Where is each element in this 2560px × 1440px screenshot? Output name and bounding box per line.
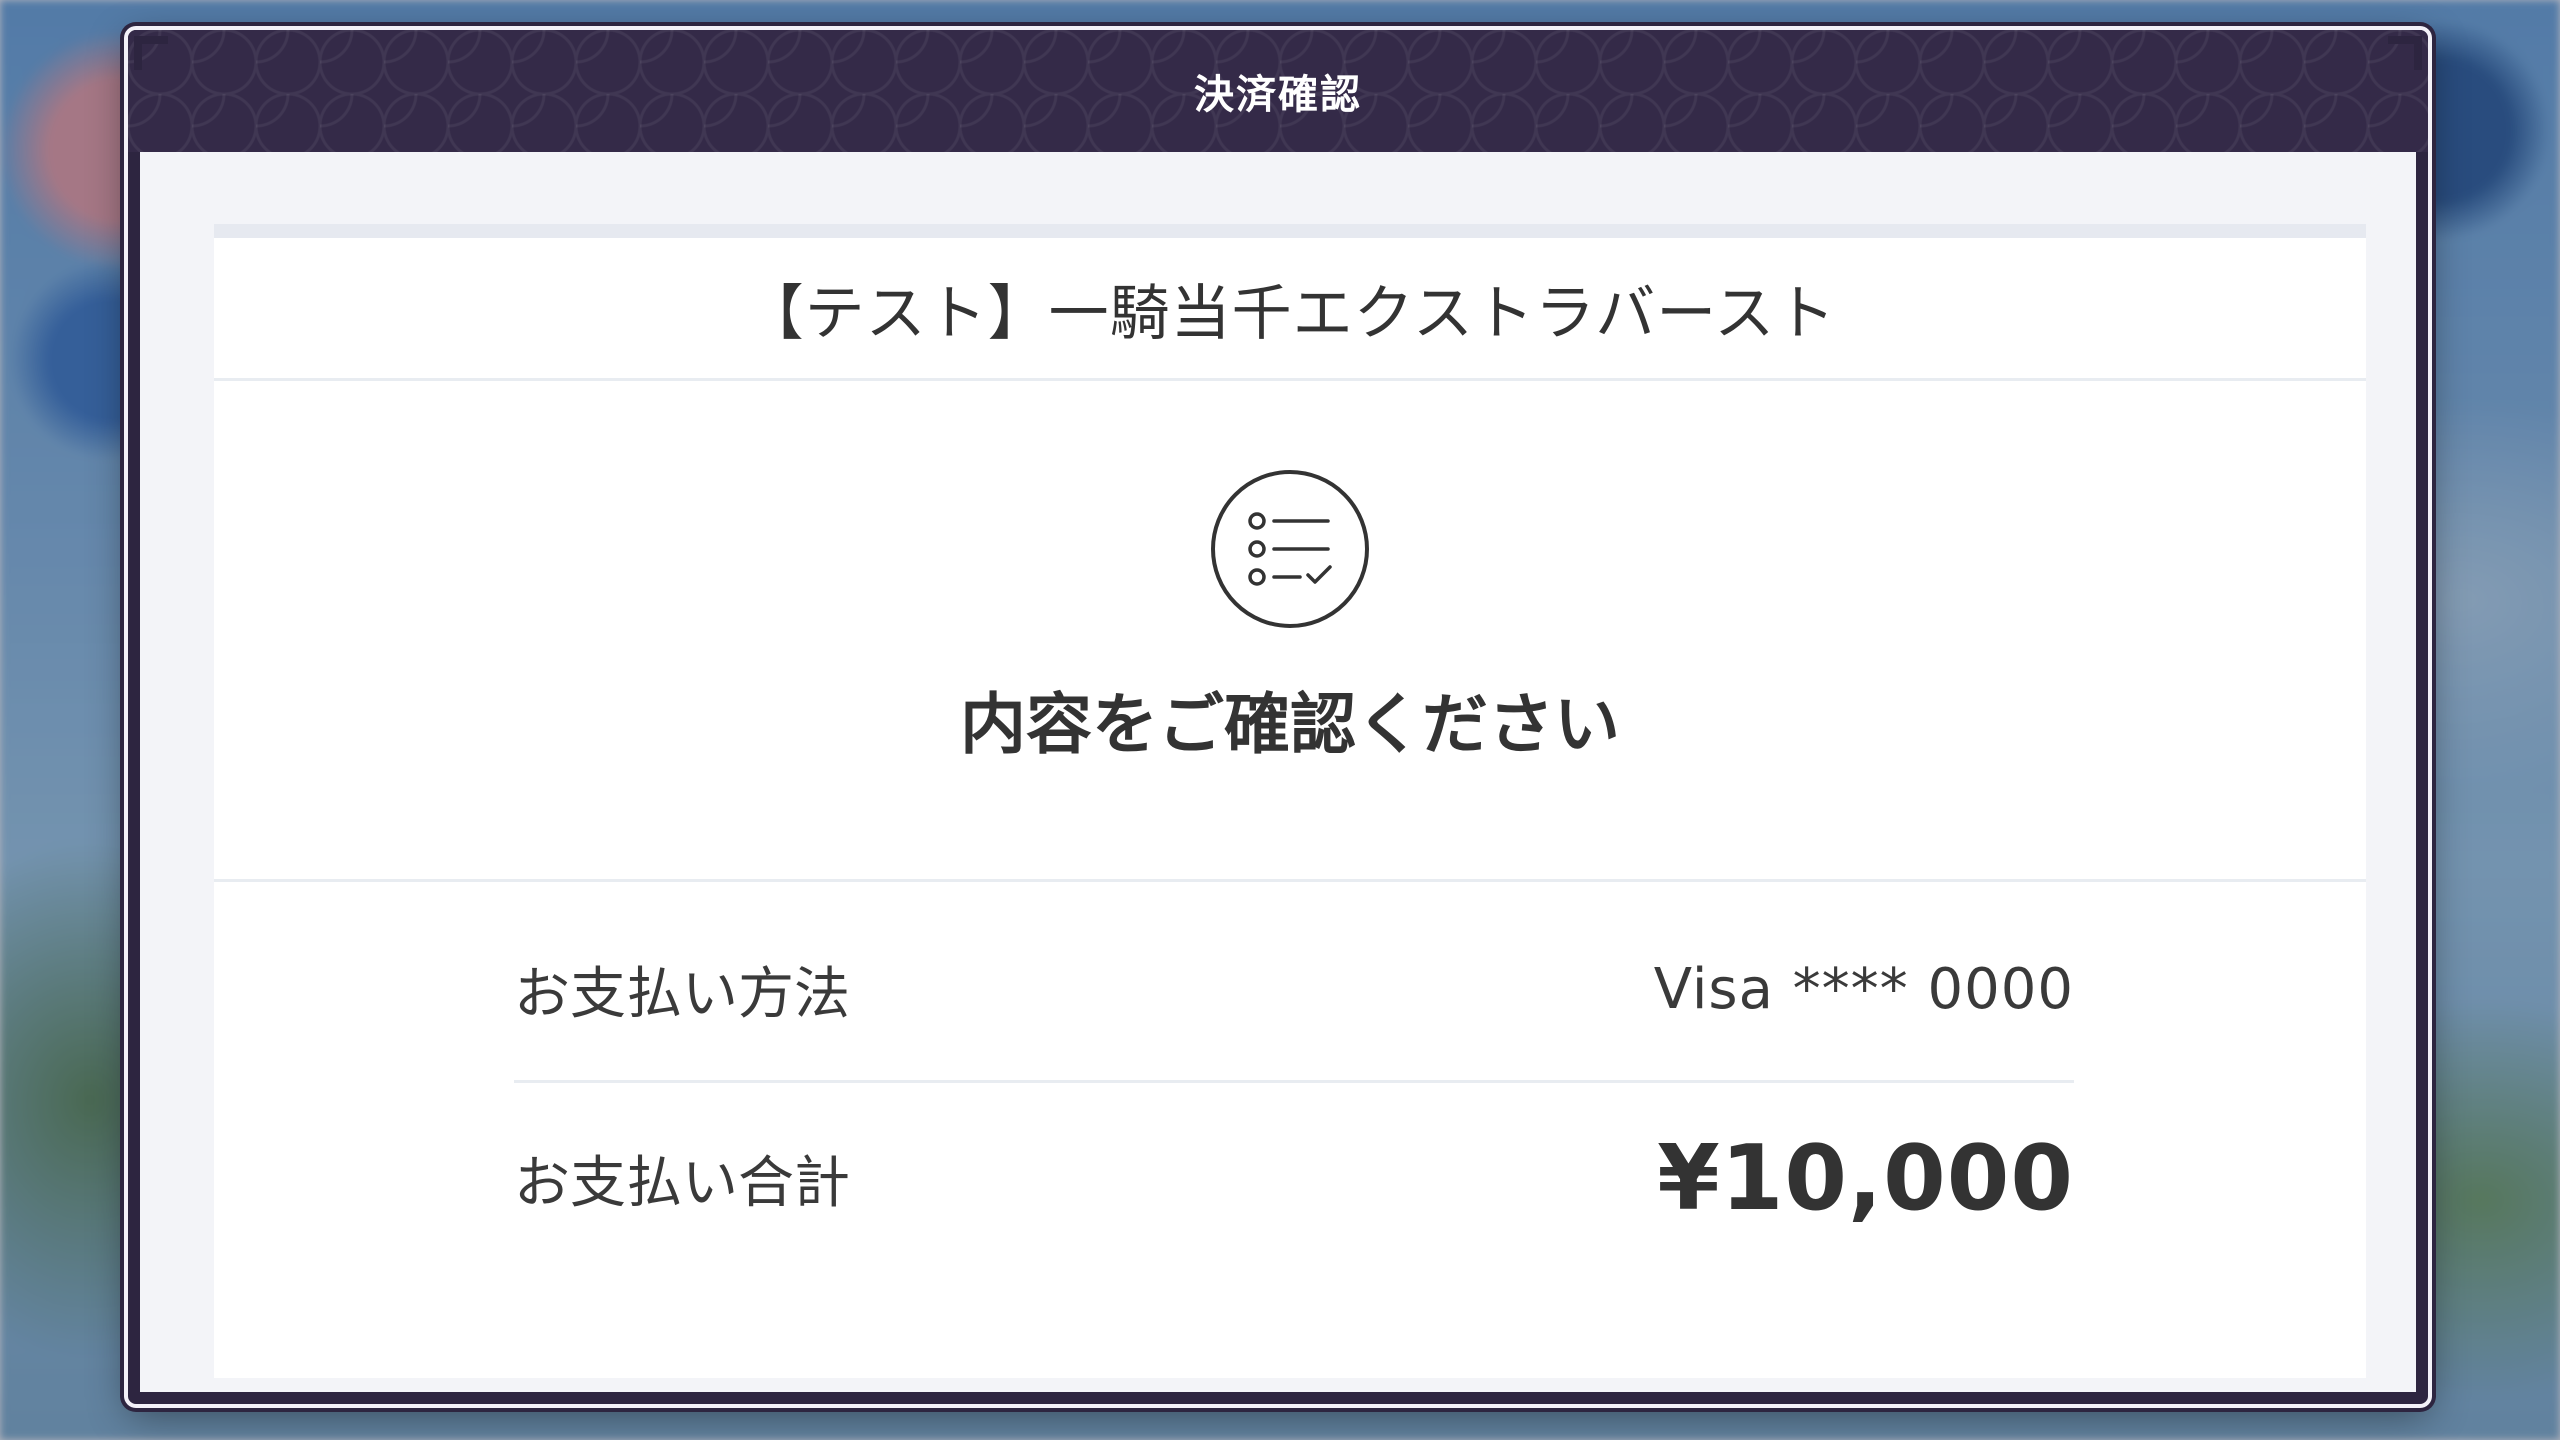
confirm-message: 内容をご確認ください	[960, 686, 1620, 763]
payment-total-row: お支払い合計 ¥10,000	[514, 1083, 2074, 1273]
product-row: 【テスト】一騎当千エクストラバースト	[214, 238, 2366, 381]
checklist-icon	[1211, 470, 1369, 628]
payment-method-row: お支払い方法 Visa **** 0000	[514, 898, 2074, 1083]
payment-confirmation-dialog: 決済確認 【テスト】一騎当千エクストラバースト 内容をご確認ください お支払い方…	[128, 30, 2428, 1404]
frame-corner-ornament	[134, 36, 168, 70]
payment-total-value: ¥10,000	[1657, 1125, 2074, 1231]
payment-details: お支払い方法 Visa **** 0000 お支払い合計 ¥10,000	[514, 898, 2074, 1273]
frame-corner-ornament	[2388, 36, 2422, 70]
payment-method-value: Visa **** 0000	[1653, 956, 2074, 1022]
payment-total-label: お支払い合計	[514, 1150, 850, 1216]
dialog-header: 決済確認	[128, 30, 2428, 152]
dialog-body: 【テスト】一騎当千エクストラバースト 内容をご確認ください お支払い方法 Vis…	[140, 152, 2416, 1392]
payment-card: 【テスト】一騎当千エクストラバースト 内容をご確認ください お支払い方法 Vis…	[214, 224, 2366, 1378]
dialog-title: 決済確認	[1194, 72, 1362, 118]
confirm-section: 内容をご確認ください	[214, 381, 2366, 882]
product-name: 【テスト】一騎当千エクストラバースト	[743, 278, 1837, 349]
payment-method-label: お支払い方法	[514, 961, 850, 1027]
